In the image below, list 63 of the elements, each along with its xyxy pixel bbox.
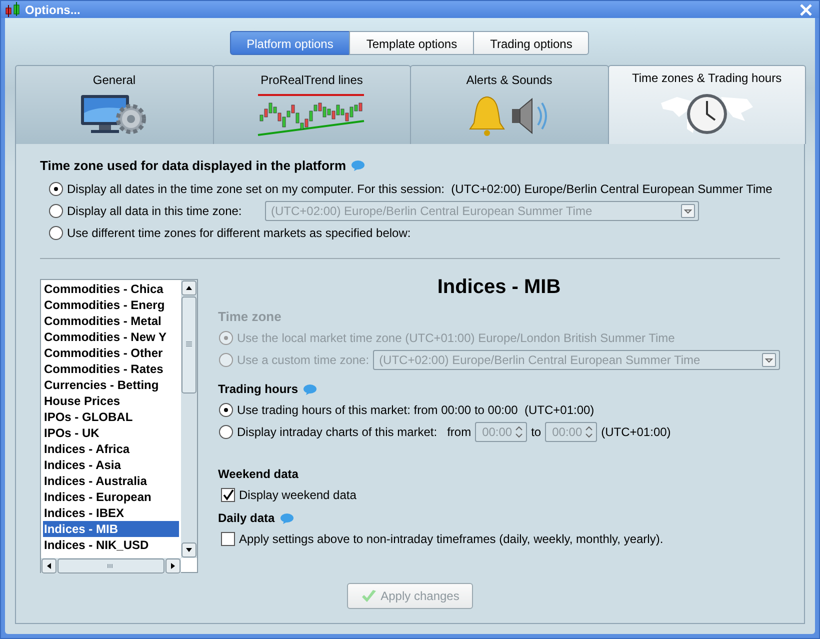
- market-item[interactable]: Indices - NIK_USD: [43, 537, 179, 553]
- market-item[interactable]: House Prices: [43, 393, 179, 409]
- help-icon[interactable]: [303, 384, 318, 394]
- check-icon: [360, 589, 377, 603]
- market-item[interactable]: Commodities - Metal: [43, 313, 179, 329]
- market-item[interactable]: Indices - IBEX: [43, 505, 179, 521]
- radio-button[interactable]: [49, 182, 63, 196]
- tab-label: Time zones & Trading hours: [632, 71, 782, 85]
- option-label: Display all data in this time zone:: [67, 204, 243, 218]
- section-heading: Weekend data: [218, 467, 298, 481]
- market-item[interactable]: IPOs - GLOBAL: [43, 409, 179, 425]
- category-tab[interactable]: ProRealTrend lines: [212, 65, 411, 144]
- to-label: to: [531, 425, 542, 439]
- radio-button[interactable]: [219, 403, 233, 417]
- tab-label: ProRealTrend lines: [260, 73, 363, 87]
- option-label: Display intraday charts of this market:: [237, 425, 438, 439]
- market-item[interactable]: Indices - Africa: [43, 441, 179, 457]
- market-item[interactable]: Indices - European: [43, 489, 179, 505]
- market-item[interactable]: Commodities - Chica: [43, 281, 179, 297]
- section-heading: Time zone: [218, 309, 282, 324]
- zone-label: (UTC+01:00): [601, 425, 671, 439]
- options-tab[interactable]: Template options: [349, 31, 474, 55]
- window-title: Options...: [25, 2, 82, 16]
- market-item[interactable]: Commodities - New Y: [43, 329, 179, 345]
- market-item[interactable]: Commodities - Other: [43, 345, 179, 361]
- checkbox[interactable]: [221, 532, 235, 546]
- option-label: Display all dates in the time zone set on my computer. For this session: (UTC+02:00) Europe/Berlin Central European Summer Time: [67, 182, 772, 196]
- help-icon[interactable]: [351, 160, 366, 171]
- category-tab[interactable]: Alerts & Sounds: [410, 65, 608, 144]
- vertical-scrollbar[interactable]: [181, 280, 197, 558]
- market-item[interactable]: Currencies - Betting: [43, 377, 179, 393]
- tab-label: General: [92, 73, 136, 87]
- option-label: Use a custom time zone:: [237, 353, 370, 367]
- option-label: Use the local market time zone (UTC+01:00) Europe/London British Summer Time: [237, 331, 675, 345]
- checkbox-label: Display weekend data: [239, 488, 356, 502]
- market-item[interactable]: IPOs - UK: [43, 425, 179, 441]
- tab-label: Alerts & Sounds: [466, 73, 552, 87]
- category-tab[interactable]: Time zones & Trading hours: [608, 65, 806, 144]
- market-item[interactable]: Commodities - Rates: [43, 361, 179, 377]
- option-label: Use different time zones for different markets as specified below:: [67, 226, 411, 240]
- radio-button[interactable]: [49, 204, 63, 218]
- help-icon[interactable]: [280, 512, 294, 524]
- checkbox[interactable]: [221, 488, 235, 502]
- market-item[interactable]: Indices - MIB: [43, 521, 179, 537]
- market-item[interactable]: Indices - Asia: [43, 457, 179, 473]
- section-heading: Time zone used for data displayed in the platform: [40, 158, 346, 173]
- close-icon[interactable]: [799, 2, 813, 16]
- radio-button[interactable]: [219, 425, 233, 439]
- section-heading: Trading hours: [218, 382, 298, 396]
- market-title: Indices - MIB: [436, 276, 562, 299]
- caret-icon: [762, 353, 776, 367]
- section-heading: Daily data: [218, 511, 275, 525]
- horizontal-scrollbar[interactable]: [41, 558, 181, 574]
- checkbox-label: Apply settings above to non-intraday timeframes (daily, weekly, monthly, yearly).: [239, 532, 664, 546]
- options-tab[interactable]: Trading options: [473, 31, 590, 55]
- category-tab[interactable]: General: [15, 65, 214, 144]
- radio-button[interactable]: [49, 226, 63, 240]
- market-item[interactable]: Indices - Australia: [43, 473, 179, 489]
- app-logo-icon: [5, 2, 21, 18]
- caret-icon: [681, 204, 695, 218]
- option-label: Use trading hours of this market: from 00:00 to 00:00 (UTC+01:00): [237, 403, 594, 417]
- market-item[interactable]: Commodities - Energ: [43, 297, 179, 313]
- from-label: from: [447, 425, 472, 439]
